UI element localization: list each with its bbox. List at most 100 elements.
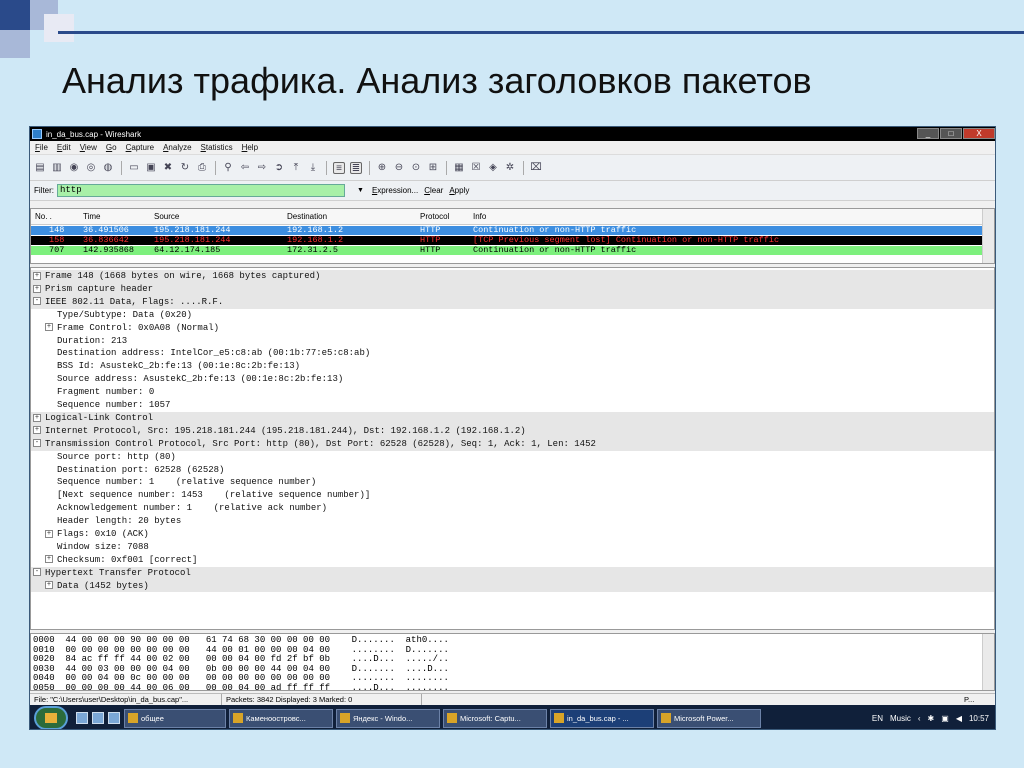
colorize-icon[interactable]: ≡ — [333, 161, 345, 174]
minimize-button[interactable]: _ — [917, 128, 939, 139]
language-indicator[interactable]: EN — [872, 714, 883, 723]
zoom-in-icon[interactable]: ⊕ — [376, 162, 388, 174]
packet-list-scrollbar[interactable] — [982, 209, 994, 263]
expand-icon[interactable]: + — [45, 529, 53, 538]
filter-input[interactable]: http — [57, 184, 345, 197]
detail-row[interactable]: Destination port: 62528 (62528) — [31, 464, 994, 477]
detail-row[interactable]: Header length: 20 bytes — [31, 515, 994, 528]
clear-button[interactable]: Clear — [424, 186, 443, 195]
detail-row[interactable]: Sequence number: 1057 — [31, 399, 994, 412]
detail-row[interactable]: Source address: AsustekC_2b:fe:13 (00:1e… — [31, 373, 994, 386]
menu-item[interactable]: Help — [242, 143, 258, 152]
collapse-icon[interactable]: - — [33, 297, 41, 306]
detail-row[interactable]: + Frame Control: 0x0A08 (Normal) — [31, 322, 994, 335]
detail-row[interactable]: - Hypertext Transfer Protocol — [31, 566, 994, 580]
column-info[interactable]: Info — [473, 212, 486, 221]
show-desktop-icon[interactable] — [76, 712, 88, 724]
resize-columns-icon[interactable]: ⊞ — [427, 162, 439, 174]
menu-item[interactable]: Statistics — [201, 143, 233, 152]
detail-row[interactable]: + Prism capture header — [31, 282, 994, 296]
start-button[interactable] — [34, 706, 68, 729]
menu-item[interactable]: View — [80, 143, 97, 152]
first-packet-icon[interactable]: ⤒ — [290, 162, 302, 174]
help-icon[interactable]: ⌧ — [530, 162, 542, 174]
taskbar-task[interactable]: Яндекс - Windo... — [336, 708, 440, 728]
start-capture-icon[interactable]: ◉ — [68, 162, 80, 174]
taskbar-task[interactable]: общее — [124, 708, 226, 728]
switch-windows-icon[interactable] — [92, 712, 104, 724]
detail-row[interactable]: [Next sequence number: 1453 (relative se… — [31, 489, 994, 502]
menu-item[interactable]: File — [35, 143, 48, 152]
detail-row[interactable]: + Logical-Link Control — [31, 411, 994, 425]
close-file-icon[interactable]: ✖ — [162, 162, 174, 174]
collapse-icon[interactable]: - — [33, 439, 41, 448]
reload-icon[interactable]: ↻ — [179, 162, 191, 174]
collapse-icon[interactable]: - — [33, 568, 41, 577]
detail-row[interactable]: Window size: 7088 — [31, 541, 994, 554]
tray-chevron-icon[interactable]: ‹ — [918, 714, 921, 723]
taskbar-task[interactable]: Каменоостровс... — [229, 708, 333, 728]
find-icon[interactable]: ⚲ — [222, 162, 234, 174]
zoom-out-icon[interactable]: ⊖ — [393, 162, 405, 174]
menu-item[interactable]: Edit — [57, 143, 71, 152]
column-protocol[interactable]: Protocol — [420, 212, 449, 221]
network-icon[interactable]: ▣ — [941, 714, 949, 723]
restart-capture-icon[interactable]: ◍ — [102, 162, 114, 174]
taskbar-task[interactable]: in_da_bus.cap - ... — [550, 708, 654, 728]
detail-row[interactable]: + Internet Protocol, Src: 195.218.181.244… — [31, 424, 994, 438]
expand-icon[interactable]: + — [45, 581, 53, 590]
forward-icon[interactable]: ⇨ — [256, 162, 268, 174]
detail-row[interactable]: + Data (1452 bytes) — [31, 579, 994, 593]
menu-item[interactable]: Capture — [126, 143, 154, 152]
expression-button[interactable]: Expression... — [372, 186, 418, 195]
coloring-rules-icon[interactable]: ◈ — [487, 162, 499, 174]
column-time[interactable]: Time — [83, 212, 100, 221]
detail-row[interactable]: Sequence number: 1 (relative sequence nu… — [31, 476, 994, 489]
column-no[interactable]: No. . — [35, 212, 52, 221]
status-profile[interactable]: P... — [960, 694, 995, 705]
packet-row[interactable]: 148 36.491506 195.218.181.244 192.168.1.2 HT… — [31, 226, 982, 235]
apply-button[interactable]: Apply — [449, 186, 469, 195]
print-icon[interactable]: ⎙ — [196, 162, 208, 174]
volume-icon[interactable]: ◀ — [956, 714, 962, 723]
expand-icon[interactable]: + — [45, 323, 53, 332]
detail-row[interactable]: Source port: http (80) — [31, 451, 994, 464]
chevron-down-icon[interactable]: ▼ — [357, 187, 364, 194]
detail-row[interactable]: Destination address: IntelCor_e5:c8:ab (… — [31, 347, 994, 360]
media-player-icon[interactable] — [108, 712, 120, 724]
detail-row[interactable]: - IEEE 802.11 Data, Flags: ....R.F. — [31, 295, 994, 309]
taskbar-task[interactable]: Microsoft Power... — [657, 708, 761, 728]
packet-row[interactable]: 158 36.836642 195.218.181.244 192.168.1.2 HT… — [31, 236, 982, 245]
interfaces-icon[interactable]: ▤ — [34, 162, 46, 174]
detail-row[interactable]: BSS Id: AsustekC_2b:fe:13 (00:1e:8c:2b:f… — [31, 360, 994, 373]
expand-icon[interactable]: + — [33, 271, 41, 280]
expand-icon[interactable]: + — [45, 555, 53, 564]
close-button[interactable]: X — [963, 128, 995, 139]
hex-scrollbar[interactable] — [982, 634, 994, 690]
maximize-button[interactable]: □ — [940, 128, 962, 139]
column-source[interactable]: Source — [154, 212, 179, 221]
detail-row[interactable]: Fragment number: 0 — [31, 386, 994, 399]
display-filters-icon[interactable]: ☒ — [470, 162, 482, 174]
hex-row[interactable]: 0050 00 00 00 00 44 00 06 00 00 00 04 00… — [33, 683, 449, 690]
detail-row[interactable]: Duration: 213 — [31, 335, 994, 348]
bluetooth-icon[interactable]: ✱ — [928, 714, 935, 723]
menu-item[interactable]: Go — [106, 143, 117, 152]
stop-capture-icon[interactable]: ◎ — [85, 162, 97, 174]
expand-icon[interactable]: + — [33, 284, 41, 293]
goto-icon[interactable]: ➲ — [273, 162, 285, 174]
capture-filters-icon[interactable]: ▦ — [453, 162, 465, 174]
detail-row[interactable]: - Transmission Control Protocol, Src Port… — [31, 437, 994, 451]
last-packet-icon[interactable]: ⤓ — [307, 162, 319, 174]
detail-row[interactable]: + Flags: 0x10 (ACK) — [31, 528, 994, 541]
save-icon[interactable]: ▣ — [145, 162, 157, 174]
taskbar-task[interactable]: Microsoft: Captu... — [443, 708, 547, 728]
expand-icon[interactable]: + — [33, 413, 41, 422]
zoom-normal-icon[interactable]: ⊙ — [410, 162, 422, 174]
clock[interactable]: 10:57 — [969, 714, 989, 723]
options-icon[interactable]: ▥ — [51, 162, 63, 174]
open-icon[interactable]: ▭ — [128, 162, 140, 174]
preferences-icon[interactable]: ✲ — [504, 162, 516, 174]
detail-row[interactable]: + Checksum: 0xf001 [correct] — [31, 554, 994, 567]
detail-row[interactable]: Type/Subtype: Data (0x20) — [31, 309, 994, 322]
